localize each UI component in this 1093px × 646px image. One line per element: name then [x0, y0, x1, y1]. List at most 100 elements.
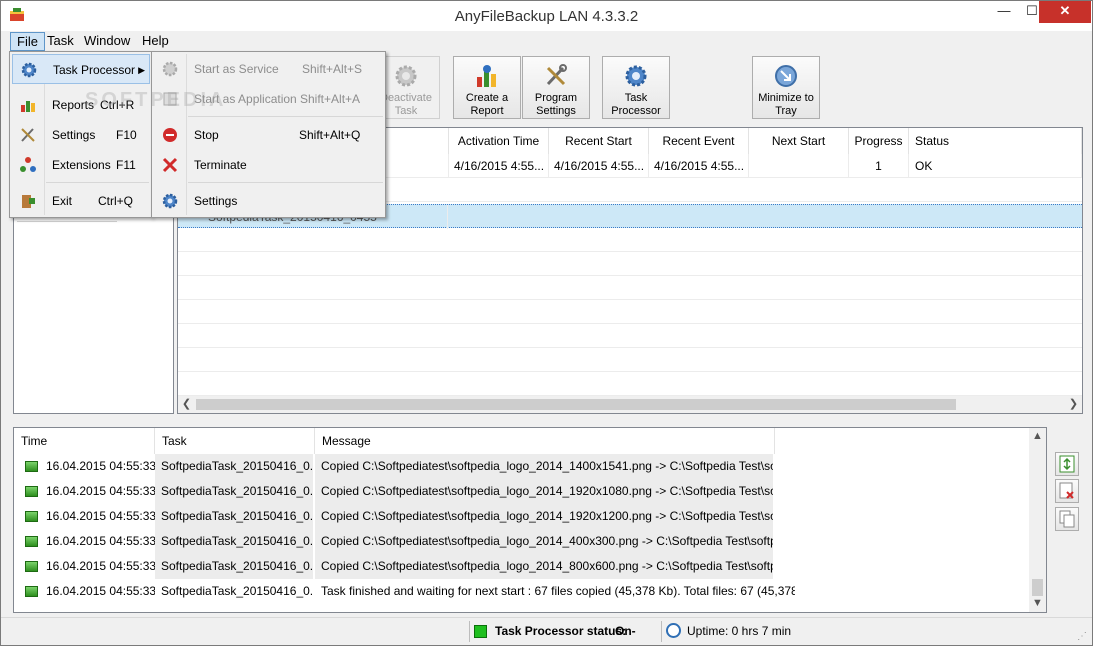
log-row[interactable]: 16.04.2015 04:55:33 SoftpediaTask_201504…: [14, 504, 1030, 529]
copy-icon: [1059, 510, 1075, 528]
table-cell-recent-event: 4/16/2015 4:55...: [649, 154, 749, 178]
table-row[interactable]: [178, 348, 1082, 372]
scroll-thumb[interactable]: [196, 399, 956, 410]
gear-icon: [395, 65, 417, 87]
submenu-arrow-icon: ▶: [138, 65, 145, 75]
scroll-up-icon[interactable]: ▲: [1029, 428, 1046, 445]
menu-help[interactable]: Help: [136, 32, 175, 51]
log-column-task[interactable]: Task: [155, 428, 315, 454]
horizontal-scrollbar[interactable]: ❮ ❯: [178, 396, 1082, 413]
refresh-icon: [1059, 455, 1075, 473]
table-row[interactable]: [178, 372, 1082, 396]
create-report-button[interactable]: Create a Report: [453, 56, 521, 119]
file-menu: Task Processor ▶ Reports Ctrl+R Settings…: [9, 51, 152, 218]
table-cell-status: OK: [909, 154, 1082, 178]
menu-item-shortcut: F10: [116, 128, 137, 142]
scroll-down-icon[interactable]: ▼: [1029, 595, 1046, 612]
tools-icon: [21, 128, 35, 142]
column-header-activation-time[interactable]: Activation Time: [449, 128, 549, 154]
menu-item-label: Start as Service: [194, 62, 279, 76]
log-header: Time Task Message: [14, 428, 1030, 454]
menu-separator: [46, 182, 149, 183]
resize-grip-icon[interactable]: ⋰: [1077, 631, 1089, 643]
chart-icon: [21, 101, 35, 112]
table-cell-activation: 4/16/2015 4:55...: [449, 154, 549, 178]
status-label: Task Processor status:: [495, 624, 627, 638]
menu-file[interactable]: File: [10, 32, 45, 51]
log-task: SoftpediaTask_20150416_0...: [155, 479, 313, 504]
vertical-scrollbar[interactable]: ▲ ▼: [1029, 428, 1046, 612]
success-icon: [25, 561, 38, 572]
log-task: SoftpediaTask_20150416_0...: [155, 529, 313, 554]
log-row[interactable]: 16.04.2015 04:55:33 SoftpediaTask_201504…: [14, 554, 1030, 579]
menu-item-extensions[interactable]: Extensions F11: [12, 150, 150, 180]
menu-item-exit[interactable]: Exit Ctrl+Q: [12, 186, 150, 216]
log-list[interactable]: Time Task Message 16.04.2015 04:55:33 So…: [13, 427, 1047, 613]
table-cell-next-start: [749, 154, 849, 178]
log-column-time[interactable]: Time: [14, 428, 155, 454]
column-header-recent-start[interactable]: Recent Start: [549, 128, 649, 154]
refresh-log-button[interactable]: [1055, 452, 1079, 476]
table-row[interactable]: [178, 228, 1082, 252]
exit-icon: [22, 195, 35, 208]
gear-icon: [162, 61, 178, 77]
menu-item-shortcut: Shift+Alt+S: [302, 62, 363, 76]
log-row[interactable]: 16.04.2015 04:55:33 SoftpediaTask_201504…: [14, 529, 1030, 554]
column-header-status[interactable]: Status: [909, 128, 1082, 154]
watermark: SOFTPEDIA: [85, 89, 227, 111]
close-button[interactable]: ✕: [1039, 1, 1091, 23]
scroll-left-icon[interactable]: ❮: [178, 396, 195, 413]
table-row[interactable]: [178, 276, 1082, 300]
gear-icon: [625, 65, 647, 87]
menu-item-start-as-service[interactable]: Start as Service Shift+Alt+S: [154, 54, 384, 84]
log-row[interactable]: 16.04.2015 04:55:33 SoftpediaTask_201504…: [14, 579, 1030, 604]
menu-item-label: Task Processor: [53, 63, 136, 77]
column-header-progress[interactable]: Progress: [849, 128, 909, 154]
log-time: 16.04.2015 04:55:33: [46, 534, 155, 548]
minimize-to-tray-button[interactable]: Minimize to Tray: [752, 56, 820, 119]
log-message: Copied C:\Softpediatest\softpedia_logo_2…: [315, 479, 773, 504]
log-time: 16.04.2015 04:55:33: [46, 484, 155, 498]
delete-icon: [1059, 482, 1074, 499]
clear-log-button[interactable]: [1055, 479, 1079, 503]
menu-item-settings[interactable]: Settings F10: [12, 120, 150, 150]
log-time: 16.04.2015 04:55:33: [46, 509, 155, 523]
deactivate-label-2: Task: [394, 105, 418, 117]
log-row[interactable]: 16.04.2015 04:55:33 SoftpediaTask_201504…: [14, 479, 1030, 504]
menu-task[interactable]: Task: [41, 32, 80, 51]
menu-item-shortcut: Shift+Alt+A: [300, 92, 361, 106]
menu-item-label: Extensions: [52, 158, 111, 172]
uptime-panel: Uptime: 0 hrs 7 min: [661, 621, 841, 642]
task-processor-submenu: Start as Service Shift+Alt+S Start as Ap…: [151, 51, 386, 218]
column-header-next-start[interactable]: Next Start: [749, 128, 849, 154]
status-bar: Task Processor status: On-Line Uptime: 0…: [1, 617, 1092, 645]
menu-item-label: Exit: [52, 194, 73, 208]
copy-log-button[interactable]: [1055, 507, 1079, 531]
table-row[interactable]: [178, 300, 1082, 324]
menu-item-task-processor[interactable]: Task Processor ▶: [12, 54, 150, 84]
task-processor-button[interactable]: Task Processor: [602, 56, 670, 119]
menu-separator: [188, 182, 383, 183]
column-header-recent-event[interactable]: Recent Event: [649, 128, 749, 154]
program-settings-button[interactable]: Program Settings: [522, 56, 590, 119]
uptime-text: Uptime: 0 hrs 7 min: [687, 624, 792, 638]
gear-icon: [162, 193, 178, 209]
table-row[interactable]: [178, 324, 1082, 348]
log-row[interactable]: 16.04.2015 04:55:33 SoftpediaTask_201504…: [14, 454, 1030, 479]
deactivate-label-1: Deactivate: [380, 92, 432, 104]
tray-label-1: Minimize to: [758, 92, 814, 104]
menu-item-shortcut: F11: [116, 158, 136, 172]
log-message: Task finished and waiting for next start…: [321, 584, 795, 598]
menu-item-terminate[interactable]: Terminate: [154, 150, 384, 180]
scroll-thumb[interactable]: [1032, 579, 1043, 596]
success-icon: [25, 486, 38, 497]
menu-item-settings[interactable]: Settings: [154, 186, 384, 216]
log-column-message[interactable]: Message: [315, 428, 775, 454]
scroll-right-icon[interactable]: ❯: [1065, 396, 1082, 413]
menu-item-stop[interactable]: Stop Shift+Alt+Q: [154, 120, 384, 150]
table-row[interactable]: [178, 252, 1082, 276]
menu-bar: File Task Window Help: [1, 31, 1092, 51]
stop-icon: [163, 128, 177, 142]
menu-window[interactable]: Window: [78, 32, 136, 51]
success-icon: [25, 511, 38, 522]
